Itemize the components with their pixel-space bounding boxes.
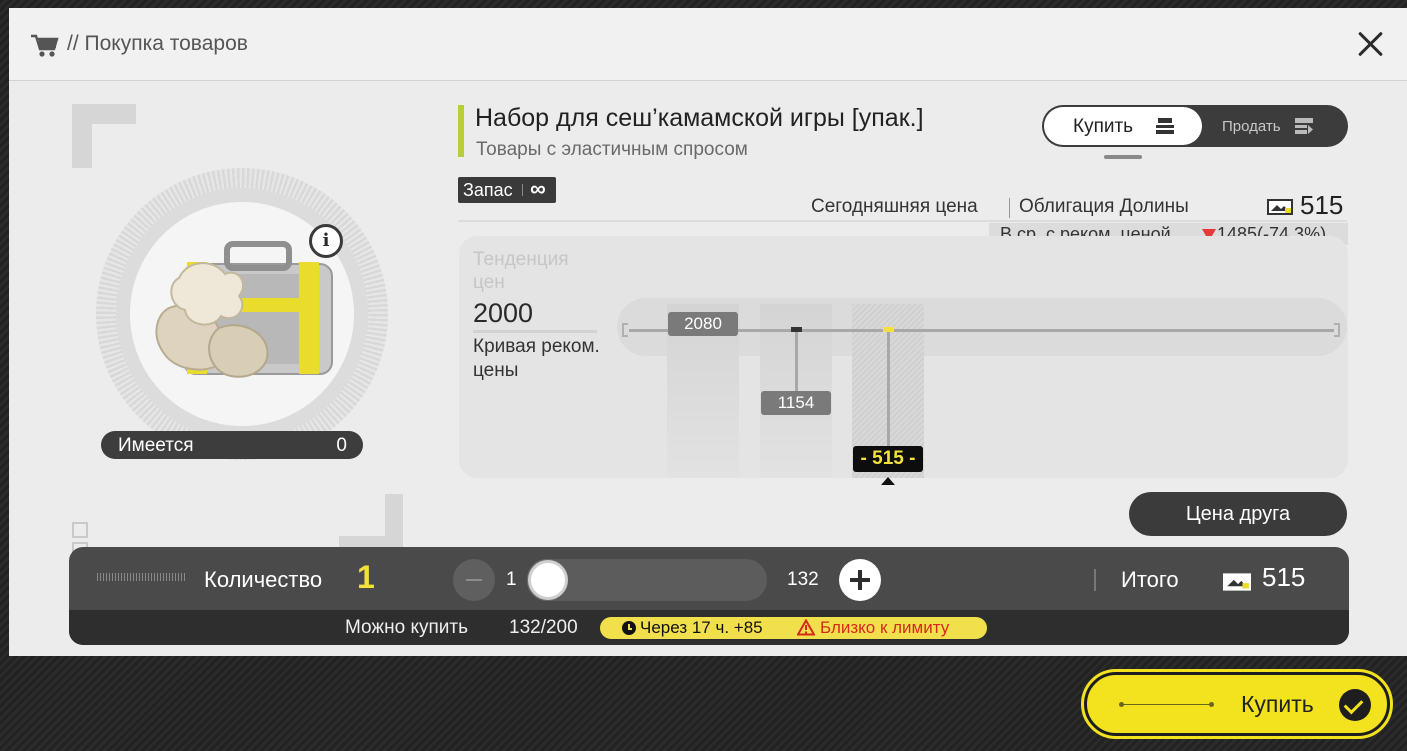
sell-mode-tab[interactable]: Продать	[1202, 107, 1346, 145]
reference-underline	[473, 330, 597, 333]
buy-button-label: Купить	[1241, 691, 1314, 717]
restock-badge: Через 17 ч. +85 Близко к лимиту	[600, 617, 987, 639]
close-icon[interactable]	[1352, 26, 1388, 62]
total-value: 515	[1262, 562, 1306, 592]
trend-marker	[882, 327, 894, 332]
price-divider	[458, 220, 1347, 222]
quantity-label: Количество	[204, 567, 323, 592]
toggle-indicator	[1104, 155, 1142, 159]
curve-label: Кривая реком. цены	[473, 336, 600, 381]
corner-decoration	[72, 104, 136, 168]
sell-icon	[1295, 118, 1313, 134]
can-buy-label: Можно купить	[345, 617, 468, 638]
quantity-min: 1	[506, 569, 517, 590]
stock-separator	[522, 184, 523, 196]
trend-connector	[886, 332, 890, 447]
current-price-pointer	[881, 477, 895, 485]
owned-value: 0	[336, 435, 347, 456]
warning-text: Близко к лимиту	[820, 618, 950, 637]
quantity-slider[interactable]	[527, 559, 767, 601]
item-category: Товары с эластичным спросом	[476, 139, 748, 160]
stock-badge: Запас ∞	[458, 176, 556, 203]
barcode-decoration	[97, 573, 187, 581]
trend-price-tag: 2080	[668, 312, 738, 336]
square-decoration	[72, 522, 88, 538]
decrease-button[interactable]	[453, 559, 495, 601]
buy-mode-tab[interactable]: Купить	[1044, 107, 1202, 145]
buy-mode-label: Купить	[1073, 116, 1134, 137]
check-icon	[1339, 689, 1371, 721]
can-buy-value: 132/200	[509, 617, 578, 638]
price-trend-chart: Тенденция цен 2000 Кривая реком. цены 20…	[459, 236, 1348, 485]
price-separator	[1009, 198, 1010, 218]
sell-mode-label: Продать	[1222, 118, 1281, 135]
owned-label: Имеется	[118, 435, 194, 456]
info-icon[interactable]: i	[309, 224, 343, 258]
page-title: // Покупка товаров	[67, 32, 248, 55]
stack-icon	[1156, 118, 1174, 134]
today-price-label: Сегодняшняя цена	[811, 196, 978, 217]
restock-text: Через 17 ч. +85	[640, 618, 763, 637]
increase-button[interactable]	[839, 559, 881, 601]
bond-currency-icon	[1223, 573, 1251, 591]
item-name: Набор для сеш’камамской игры [упак.]	[475, 104, 924, 132]
slider-knob[interactable]	[528, 560, 568, 600]
total-separator	[1094, 569, 1096, 591]
quantity-bar: Количество 1 1 132 Итого 515 Можно купит…	[69, 547, 1349, 645]
trend-connector	[794, 332, 798, 393]
friend-price-button[interactable]: Цена друга	[1129, 492, 1347, 536]
today-price-value: 515	[1300, 190, 1344, 220]
stock-value: ∞	[530, 176, 546, 201]
bond-currency-icon	[1267, 199, 1293, 215]
buy-button-dot	[1209, 702, 1214, 707]
total-label: Итого	[1121, 567, 1179, 592]
track-bracket-left	[622, 323, 628, 337]
trend-price-tag: 1154	[761, 391, 831, 416]
item-image	[155, 241, 333, 378]
owned-count: Имеется 0	[101, 431, 363, 459]
cart-icon	[31, 34, 59, 57]
reference-price: 2000	[473, 298, 534, 328]
trend-marker	[790, 327, 802, 332]
buy-button-line	[1121, 704, 1211, 705]
buy-button-dot	[1119, 702, 1124, 707]
current-price-tag: - 515 -	[853, 446, 923, 472]
category-bar	[458, 105, 464, 157]
panel-header: // Покупка товаров	[9, 8, 1407, 81]
currency-label: Облигация Долины	[1019, 196, 1189, 217]
clock-icon	[622, 621, 636, 635]
quantity-max: 132	[787, 569, 819, 590]
trend-label: Тенденция цен	[473, 249, 569, 293]
stock-label: Запас	[463, 180, 513, 200]
buy-sell-toggle: Купить Продать	[1042, 105, 1348, 147]
track-bracket-right	[1334, 323, 1340, 337]
buy-button[interactable]: Купить	[1081, 669, 1393, 739]
warning-icon	[797, 619, 815, 636]
quantity-value: 1	[357, 559, 375, 595]
corner-decoration	[339, 494, 403, 554]
purchase-panel: // Покупка товаров i Имеется 0 Набор для…	[9, 8, 1407, 656]
